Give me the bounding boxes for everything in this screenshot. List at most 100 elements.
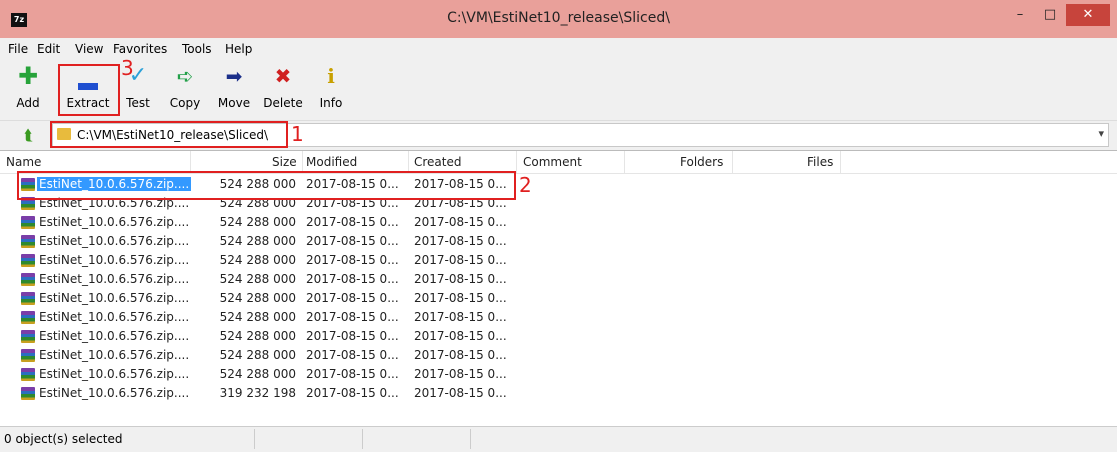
table-row[interactable]: EstiNet_10.0.6.576.zip.... 524 288 000 201… <box>0 308 520 327</box>
plus-icon: ✚ <box>17 62 39 90</box>
cell-created: 2017-08-15 0... <box>414 291 507 305</box>
rar-archive-icon <box>21 254 35 267</box>
status-divider <box>470 429 471 449</box>
menu-tools[interactable]: Tools <box>182 42 212 56</box>
cell-created: 2017-08-15 0... <box>414 272 507 286</box>
annotation-box-first-file <box>17 171 516 200</box>
cell-modified: 2017-08-15 0... <box>306 386 399 400</box>
close-button[interactable]: ✕ <box>1066 4 1110 26</box>
column-divider[interactable] <box>516 151 517 173</box>
cell-name: EstiNet_10.0.6.576.zip.... <box>39 291 190 305</box>
cell-created: 2017-08-15 0... <box>414 310 507 324</box>
cell-name: EstiNet_10.0.6.576.zip.... <box>39 386 190 400</box>
cell-size: 524 288 000 <box>219 348 296 362</box>
column-divider[interactable] <box>624 151 625 173</box>
status-text: 0 object(s) selected <box>4 432 123 446</box>
column-divider[interactable] <box>302 151 303 173</box>
cell-modified: 2017-08-15 0... <box>306 253 399 267</box>
menu-bar: File Edit View Favorites Tools Help <box>0 38 1117 60</box>
maximize-button[interactable]: □ <box>1036 4 1064 26</box>
title-bar[interactable]: 7z C:\VM\EstiNet10_release\Sliced\ – □ ✕ <box>0 0 1117 38</box>
cell-size: 524 288 000 <box>219 291 296 305</box>
rar-archive-icon <box>21 330 35 343</box>
menu-file[interactable]: File <box>8 42 28 56</box>
annotation-box-address <box>50 121 288 148</box>
rar-archive-icon <box>21 311 35 324</box>
cell-created: 2017-08-15 0... <box>414 367 507 381</box>
cell-name: EstiNet_10.0.6.576.zip.... <box>39 348 190 362</box>
annotation-number-2: 2 <box>519 173 532 197</box>
column-size[interactable]: Size <box>272 155 297 169</box>
column-divider[interactable] <box>840 151 841 173</box>
table-row[interactable]: EstiNet_10.0.6.576.zip.... 524 288 000 201… <box>0 232 520 251</box>
status-divider <box>254 429 255 449</box>
column-modified[interactable]: Modified <box>306 155 357 169</box>
cell-name: EstiNet_10.0.6.576.zip.... <box>39 272 190 286</box>
up-folder-icon[interactable]: ⮬ <box>24 127 38 143</box>
cell-size: 524 288 000 <box>219 367 296 381</box>
table-row[interactable]: EstiNet_10.0.6.576.zip.... 524 288 000 201… <box>0 289 520 308</box>
cell-modified: 2017-08-15 0... <box>306 272 399 286</box>
column-divider[interactable] <box>190 151 191 173</box>
cell-name: EstiNet_10.0.6.576.zip.... <box>39 329 190 343</box>
menu-edit[interactable]: Edit <box>37 42 60 56</box>
cell-modified: 2017-08-15 0... <box>306 215 399 229</box>
window-title: C:\VM\EstiNet10_release\Sliced\ <box>447 10 670 26</box>
rar-archive-icon <box>21 292 35 305</box>
delete-button[interactable]: ✖ Delete <box>260 60 306 118</box>
cell-modified: 2017-08-15 0... <box>306 291 399 305</box>
column-files[interactable]: Files <box>807 155 833 169</box>
table-row[interactable]: EstiNet_10.0.6.576.zip.... 524 288 000 201… <box>0 251 520 270</box>
column-folders[interactable]: Folders <box>680 155 723 169</box>
cell-created: 2017-08-15 0... <box>414 215 507 229</box>
menu-favorites[interactable]: Favorites <box>113 42 167 56</box>
table-row[interactable]: EstiNet_10.0.6.576.zip.... 319 232 198 201… <box>0 384 520 403</box>
cell-name: EstiNet_10.0.6.576.zip.... <box>39 310 190 324</box>
cell-size: 319 232 198 <box>219 386 296 400</box>
x-icon: ✖ <box>274 64 292 88</box>
info-button[interactable]: i Info <box>314 60 348 118</box>
column-comment[interactable]: Comment <box>523 155 582 169</box>
status-bar: 0 object(s) selected <box>0 426 1117 452</box>
cell-created: 2017-08-15 0... <box>414 234 507 248</box>
table-row[interactable]: EstiNet_10.0.6.576.zip.... 524 288 000 201… <box>0 327 520 346</box>
menu-help[interactable]: Help <box>225 42 252 56</box>
move-button[interactable]: ➡ Move <box>212 60 256 118</box>
info-icon: i <box>327 64 335 88</box>
cell-modified: 2017-08-15 0... <box>306 329 399 343</box>
status-divider <box>362 429 363 449</box>
rar-archive-icon <box>21 235 35 248</box>
cell-name: EstiNet_10.0.6.576.zip.... <box>39 253 190 267</box>
cell-size: 524 288 000 <box>219 329 296 343</box>
annotation-number-1: 1 <box>291 122 304 146</box>
column-created[interactable]: Created <box>414 155 462 169</box>
column-name[interactable]: Name <box>6 155 41 169</box>
rar-archive-icon <box>21 216 35 229</box>
cell-size: 524 288 000 <box>219 215 296 229</box>
annotation-number-3: 3 <box>121 56 134 80</box>
toolbar: ✚ Add Extract ✓ Test ➪ Copy ➡ Move ✖ Del… <box>0 60 1117 118</box>
minimize-button[interactable]: – <box>1006 4 1034 26</box>
cell-created: 2017-08-15 0... <box>414 348 507 362</box>
table-row[interactable]: EstiNet_10.0.6.576.zip.... 524 288 000 201… <box>0 346 520 365</box>
cell-name: EstiNet_10.0.6.576.zip.... <box>39 234 190 248</box>
move-arrow-icon: ➡ <box>225 64 243 88</box>
copy-arrow-icon: ➪ <box>176 64 194 88</box>
cell-created: 2017-08-15 0... <box>414 329 507 343</box>
rar-archive-icon <box>21 273 35 286</box>
cell-modified: 2017-08-15 0... <box>306 234 399 248</box>
table-row[interactable]: EstiNet_10.0.6.576.zip.... 524 288 000 201… <box>0 213 520 232</box>
cell-modified: 2017-08-15 0... <box>306 367 399 381</box>
cell-name: EstiNet_10.0.6.576.zip.... <box>39 215 190 229</box>
cell-created: 2017-08-15 0... <box>414 253 507 267</box>
rar-archive-icon <box>21 349 35 362</box>
column-divider[interactable] <box>408 151 409 173</box>
table-row[interactable]: EstiNet_10.0.6.576.zip.... 524 288 000 201… <box>0 365 520 384</box>
column-divider[interactable] <box>732 151 733 173</box>
annotation-box-extract <box>58 64 120 116</box>
menu-view[interactable]: View <box>75 42 103 56</box>
table-row[interactable]: EstiNet_10.0.6.576.zip.... 524 288 000 201… <box>0 270 520 289</box>
copy-button[interactable]: ➪ Copy <box>164 60 206 118</box>
chevron-down-icon[interactable]: ▾ <box>1098 127 1104 140</box>
add-button[interactable]: ✚ Add <box>8 60 48 118</box>
